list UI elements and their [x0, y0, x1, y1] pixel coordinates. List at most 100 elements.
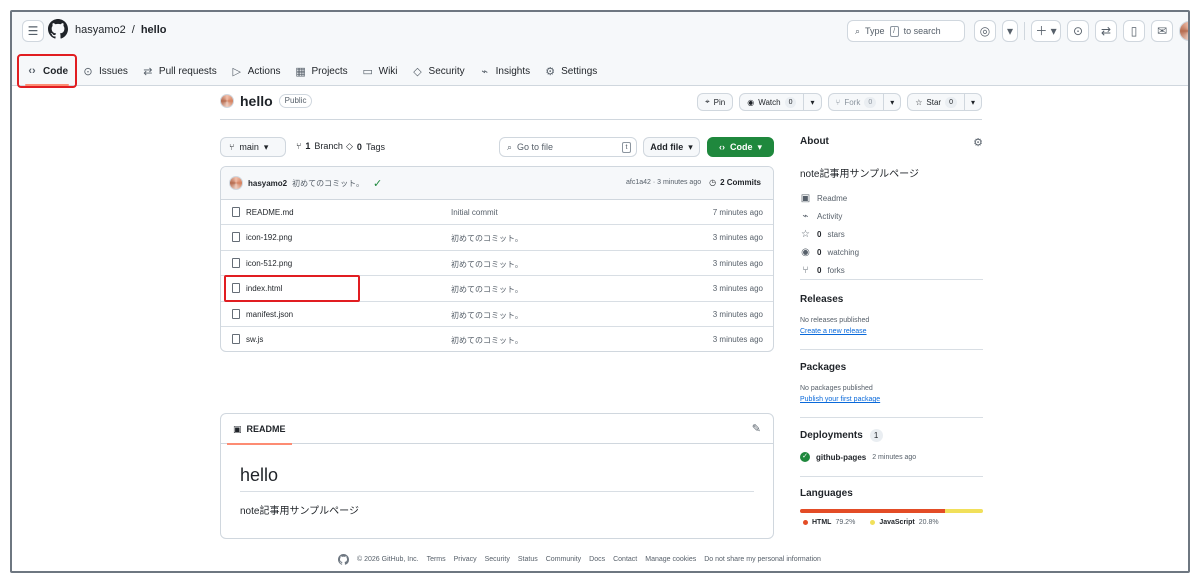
footer-link-personal-information[interactable]: Do not share my personal information: [704, 556, 821, 563]
watch-menu-button[interactable]: ▾: [804, 93, 822, 111]
readme-link[interactable]: ▣ Readme: [800, 192, 983, 204]
edit-icon[interactable]: ✎: [752, 422, 761, 435]
tab-wiki[interactable]: ▭ Wiki: [355, 56, 405, 86]
file-name[interactable]: manifest.json: [246, 310, 293, 319]
html-language-dot: [803, 520, 808, 525]
deployment-item[interactable]: ✓ github-pages 2 minutes ago: [800, 452, 983, 462]
tab-actions[interactable]: ▷ Actions: [224, 56, 288, 86]
file-name[interactable]: icon-512.png: [246, 259, 292, 268]
stars-count: 0: [817, 229, 822, 239]
tab-settings[interactable]: ⚙ Settings: [537, 56, 604, 86]
tab-insights[interactable]: ⌁ Insights: [472, 56, 537, 86]
repositories-top-icon[interactable]: ▯: [1123, 20, 1145, 42]
global-search-input[interactable]: ⌕ Type / to search: [847, 20, 965, 42]
watching-link[interactable]: ◉ 0 watching: [800, 246, 983, 258]
readme-tabbar: ▣ README ✎: [221, 414, 773, 445]
tab-security[interactable]: ◇ Security: [405, 56, 472, 86]
github-logo-icon[interactable]: [338, 554, 349, 565]
file-commit-message[interactable]: 初めてのコミット。: [451, 335, 523, 346]
table-row[interactable]: README.md Initial commit 7 minutes ago: [221, 200, 773, 226]
star-menu-button[interactable]: ▾: [964, 93, 982, 111]
tab-projects[interactable]: ▦ Projects: [288, 56, 355, 86]
stars-link[interactable]: ☆ 0 stars: [800, 228, 983, 240]
owner-link[interactable]: hasyamo2: [75, 24, 126, 36]
tab-label: Issues: [99, 65, 128, 77]
table-row[interactable]: sw.js 初めてのコミット。 3 minutes ago: [221, 327, 773, 351]
branches-link[interactable]: ⑂ 1 Branch: [296, 141, 343, 151]
gear-icon[interactable]: ⚙: [973, 136, 983, 149]
table-row[interactable]: index.html 初めてのコミット。 3 minutes ago: [221, 276, 773, 302]
commits-link[interactable]: ◷ 2 Commits: [709, 178, 761, 187]
fork-button[interactable]: ⑂ Fork 0: [827, 93, 885, 111]
footer-link-community[interactable]: Community: [546, 556, 581, 563]
packages-title[interactable]: Packages: [800, 362, 983, 373]
language-name: HTML: [812, 519, 832, 526]
create-release-link[interactable]: Create a new release: [800, 328, 867, 335]
language-item[interactable]: HTML 79.2%: [800, 519, 855, 526]
tab-code[interactable]: ‹› Code: [17, 54, 77, 88]
issues-top-icon[interactable]: ⊙: [1067, 20, 1089, 42]
copilot-button-group: ◎ ▾ ＋ ▾ ⊙ ⇄ ▯ ✉: [974, 20, 1188, 42]
footer-link-manage-cookies[interactable]: Manage cookies: [645, 556, 696, 563]
packages-section: Packages No packages published Publish y…: [800, 362, 983, 418]
language-item[interactable]: JavaScript 20.8%: [867, 519, 939, 526]
toolbar-divider: [1024, 22, 1025, 40]
file-commit-message[interactable]: Initial commit: [451, 208, 498, 217]
copilot-icon[interactable]: ◎: [974, 20, 996, 42]
add-file-button[interactable]: Add file ▾: [643, 137, 700, 157]
releases-title[interactable]: Releases: [800, 294, 983, 305]
file-name[interactable]: README.md: [246, 208, 294, 217]
table-row[interactable]: icon-512.png 初めてのコミット。 3 minutes ago: [221, 251, 773, 277]
tab-pull-requests[interactable]: ⇄ Pull requests: [135, 56, 224, 86]
inbox-icon[interactable]: ✉: [1151, 20, 1173, 42]
star-button[interactable]: ☆ Star 0: [907, 93, 965, 111]
readme-tab[interactable]: ▣ README: [227, 414, 292, 445]
actions-icon: ▷: [232, 65, 241, 78]
activity-link[interactable]: ⌁ Activity: [800, 210, 983, 222]
file-commit-message[interactable]: 初めてのコミット。: [451, 233, 523, 244]
sidebar-link-label: Activity: [817, 211, 843, 221]
fork-split-button: ⑂ Fork 0 ▾: [827, 93, 902, 111]
footer-link-docs[interactable]: Docs: [589, 556, 605, 563]
fork-menu-button[interactable]: ▾: [884, 93, 902, 111]
file-name[interactable]: icon-192.png: [246, 233, 292, 242]
publish-package-link[interactable]: Publish your first package: [800, 396, 880, 403]
deployments-title[interactable]: Deployments 1: [800, 429, 983, 442]
commit-author[interactable]: hasyamo2: [248, 179, 287, 188]
packages-empty-text: No packages published: [800, 385, 873, 392]
file-name[interactable]: index.html: [246, 284, 282, 293]
copilot-menu-icon[interactable]: ▾: [1002, 20, 1018, 42]
menu-button[interactable]: ☰: [22, 20, 44, 42]
avatar[interactable]: [1179, 21, 1188, 41]
commit-hash-time[interactable]: afc1a42 · 3 minutes ago: [626, 179, 701, 186]
avatar[interactable]: [229, 176, 243, 190]
table-row[interactable]: icon-192.png 初めてのコミット。 3 minutes ago: [221, 225, 773, 251]
repository-name[interactable]: hello: [240, 93, 273, 109]
pull-requests-top-icon[interactable]: ⇄: [1095, 20, 1117, 42]
file-commit-message[interactable]: 初めてのコミット。: [451, 259, 523, 270]
watch-button[interactable]: ◉ Watch 0: [739, 93, 805, 111]
file-name[interactable]: sw.js: [246, 335, 263, 344]
book-icon: ▣: [800, 192, 811, 204]
commit-message[interactable]: 初めてのコミット。: [292, 178, 364, 189]
branch-selector[interactable]: ⑂ main ▾: [220, 137, 286, 157]
footer-link-privacy[interactable]: Privacy: [454, 556, 477, 563]
file-commit-message[interactable]: 初めてのコミット。: [451, 284, 523, 295]
footer-link-security[interactable]: Security: [485, 556, 510, 563]
repository-link[interactable]: hello: [141, 24, 167, 36]
pin-button[interactable]: ⌖ Pin: [697, 93, 734, 111]
create-new-icon[interactable]: ＋ ▾: [1031, 20, 1061, 42]
footer-link-terms[interactable]: Terms: [427, 556, 446, 563]
deployment-name[interactable]: github-pages: [816, 453, 866, 462]
footer-link-status[interactable]: Status: [518, 556, 538, 563]
go-to-file-input[interactable]: ⌕ Go to file t: [499, 137, 637, 157]
forks-link[interactable]: ⑂ 0 forks: [800, 264, 983, 276]
footer-link-contact[interactable]: Contact: [613, 556, 637, 563]
tab-issues[interactable]: ⊙ Issues: [75, 56, 135, 86]
file-commit-message[interactable]: 初めてのコミット。: [451, 310, 523, 321]
commit-count: 2 Commits: [720, 178, 761, 187]
github-logo-icon[interactable]: [48, 19, 68, 39]
tags-link[interactable]: ◇ 0 Tags: [346, 141, 385, 152]
code-button[interactable]: ‹› Code ▾: [707, 137, 774, 157]
table-row[interactable]: manifest.json 初めてのコミット。 3 minutes ago: [221, 302, 773, 327]
